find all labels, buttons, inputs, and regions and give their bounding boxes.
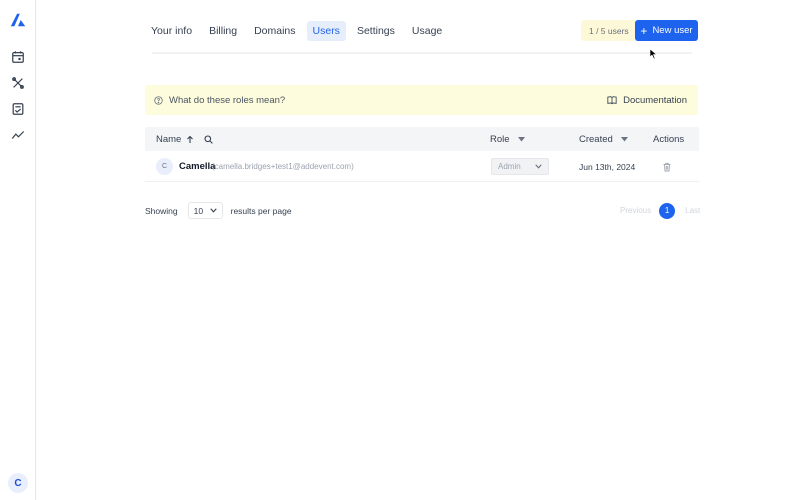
tab-domains[interactable]: Domains: [248, 21, 301, 41]
roles-question: What do these roles mean?: [169, 94, 286, 106]
last-page-button[interactable]: Last: [685, 206, 700, 215]
per-page-select[interactable]: 10: [187, 202, 223, 219]
documentation-label: Documentation: [623, 94, 687, 106]
user-email: (camella.bridges+test1@addevent.com): [212, 162, 354, 171]
role-select-value: Admin: [498, 162, 521, 171]
sidebar: C: [0, 0, 36, 500]
settings-tabs: Your info Billing Domains Users Settings…: [145, 20, 453, 42]
page-1-button[interactable]: 1: [659, 202, 676, 219]
column-name-label: Name: [156, 133, 182, 145]
table-row: C Camella (camella.bridges+test1@addeven…: [145, 152, 699, 182]
search-icon[interactable]: [204, 134, 214, 144]
role-select[interactable]: Admin: [491, 158, 549, 175]
user-avatar: C: [156, 158, 173, 175]
filter-caret-icon[interactable]: [517, 136, 525, 142]
column-role[interactable]: Role: [490, 127, 525, 151]
column-role-label: Role: [490, 133, 510, 145]
results-per-page: Showing 10 results per page: [145, 202, 292, 219]
column-name[interactable]: Name: [156, 127, 214, 151]
users-table-header: Name Role Created Actions: [145, 127, 699, 151]
roles-info-banner: What do these roles mean? Documentation: [145, 85, 698, 115]
showing-label: Showing: [145, 205, 178, 216]
help-circle-icon: [154, 95, 163, 105]
previous-page-button[interactable]: Previous: [620, 206, 651, 215]
pagination: Previous 1 Last: [620, 202, 700, 219]
column-created-label: Created: [579, 133, 613, 145]
per-page-value: 10: [193, 205, 204, 216]
user-created-date: Jun 13th, 2024: [579, 162, 636, 172]
column-created[interactable]: Created: [579, 127, 628, 151]
plus-icon: +: [640, 23, 648, 38]
new-user-label: New user: [652, 25, 693, 36]
chevron-down-icon: [209, 208, 217, 213]
analytics-icon[interactable]: [10, 127, 26, 143]
tab-usage[interactable]: Usage: [406, 21, 448, 41]
tab-users[interactable]: Users: [306, 21, 346, 41]
tab-settings[interactable]: Settings: [351, 21, 401, 41]
column-actions: Actions: [653, 127, 684, 151]
tools-icon[interactable]: [10, 75, 26, 91]
column-actions-label: Actions: [653, 133, 685, 145]
tab-your-info[interactable]: Your info: [145, 21, 198, 41]
book-icon: [607, 96, 617, 105]
roles-help-link[interactable]: What do these roles mean?: [154, 95, 285, 106]
documentation-link[interactable]: Documentation: [607, 95, 687, 106]
app-logo[interactable]: [9, 11, 27, 29]
calendar-icon[interactable]: [10, 49, 26, 65]
mouse-cursor-icon: [650, 49, 658, 59]
per-page-label: results per page: [230, 205, 292, 216]
trash-icon[interactable]: [662, 162, 672, 172]
chevron-down-icon: [535, 164, 542, 169]
tab-billing[interactable]: Billing: [203, 21, 243, 41]
avatar[interactable]: C: [8, 473, 28, 493]
sort-caret-icon[interactable]: [620, 136, 628, 142]
checklist-icon[interactable]: [10, 101, 26, 117]
sort-up-icon[interactable]: [186, 135, 194, 144]
user-count-badge: 1 / 5 users: [581, 20, 637, 41]
new-user-button[interactable]: + New user: [635, 20, 698, 41]
user-name: Camella: [179, 161, 216, 172]
tab-divider: [152, 52, 692, 54]
